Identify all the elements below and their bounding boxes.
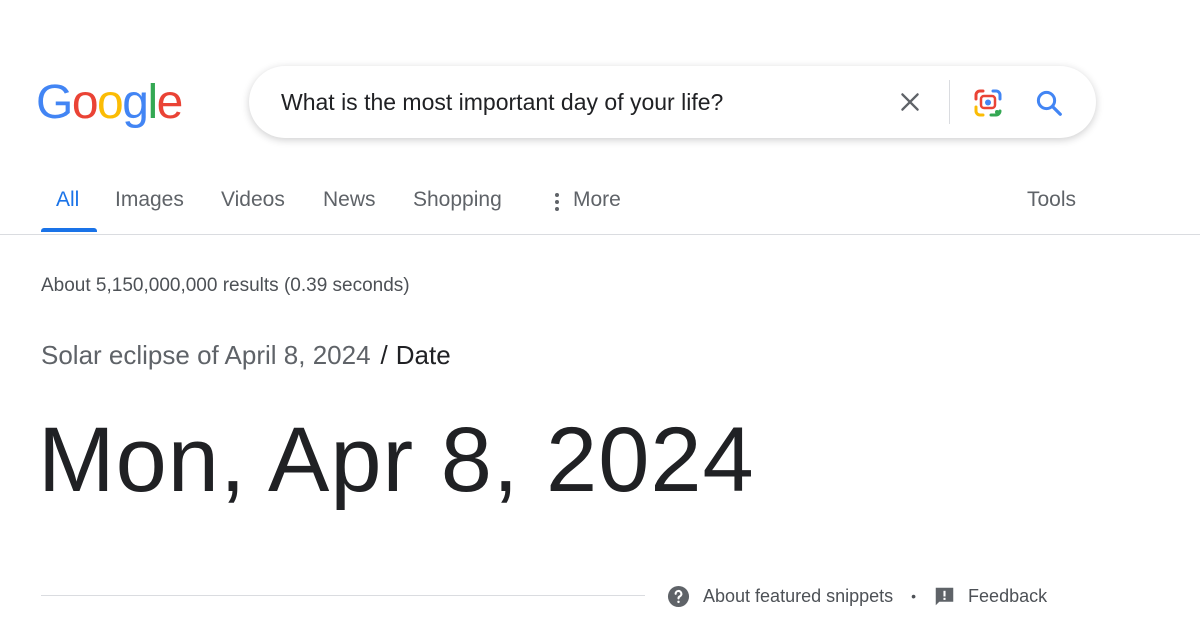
google-logo[interactable]: Google [36,73,184,133]
feedback-label: Feedback [968,585,1048,606]
more-vert-icon [551,193,563,211]
result-stats: About 5,150,000,000 results (0.39 second… [41,275,410,296]
logo-letter: e [156,76,184,129]
logo-letter: G [36,76,73,129]
featured-answer: Mon, Apr 8, 2024 [38,409,755,511]
snippet-divider [41,595,645,596]
tab-news[interactable]: News [323,188,376,212]
tabs-divider [0,234,1200,235]
tab-all[interactable]: All [56,188,79,212]
search-tabs: All Images Videos News Shopping More Too… [0,168,1200,235]
breadcrumb-separator: / [380,340,388,370]
search-results-page: Google What is the most important day of… [0,0,1200,629]
search-divider [949,80,950,124]
logo-letter: l [147,76,158,129]
tab-shopping[interactable]: Shopping [413,188,502,212]
google-lens-button[interactable] [971,86,1005,120]
active-tab-indicator [41,228,97,232]
logo-letter: g [122,76,149,129]
logo-letter: o [97,76,124,129]
snippet-footer: About featured snippets • Feedback [667,583,1047,609]
search-input[interactable]: What is the most important day of your l… [281,66,723,138]
answer-breadcrumb: Solar eclipse of April 8, 2024 /Date [41,340,451,371]
close-icon [901,93,919,111]
tools-button[interactable]: Tools [1027,188,1076,212]
about-featured-snippets-label: About featured snippets [703,585,894,606]
google-lens-icon [974,89,1002,117]
feedback-icon [935,587,954,605]
feedback-link[interactable]: Feedback [934,586,1047,607]
breadcrumb-topic-link[interactable]: Solar eclipse of April 8, 2024 [41,340,371,370]
about-featured-snippets-link[interactable]: About featured snippets [667,585,893,608]
logo-letter: o [71,76,99,129]
tab-more[interactable]: More [573,188,621,212]
breadcrumb-attribute: Date [395,340,451,370]
clear-search-button[interactable] [895,87,925,117]
tab-videos[interactable]: Videos [221,188,285,212]
footer-bullet: • [911,588,917,604]
search-box[interactable]: What is the most important day of your l… [249,66,1096,138]
help-circle-icon [667,585,690,607]
tab-images[interactable]: Images [115,188,184,212]
search-button[interactable] [1032,86,1066,120]
search-icon [1036,90,1062,116]
